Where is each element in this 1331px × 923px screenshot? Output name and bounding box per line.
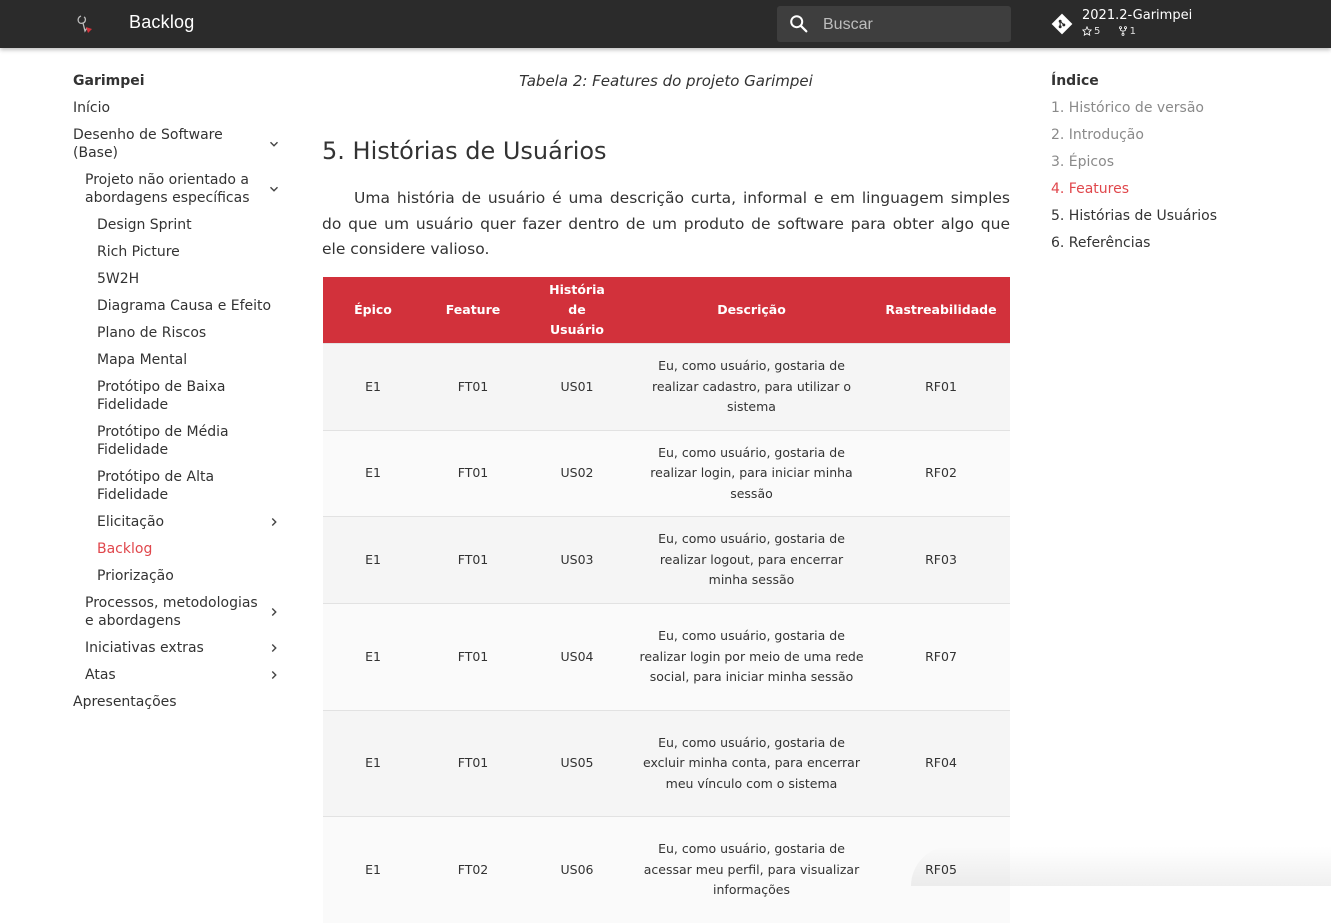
table-cell: Eu, como usuário, gostaria de realizar l… [631,430,872,517]
table-cell: E1 [323,516,423,604]
table-cell: FT01 [423,710,523,817]
table-cell: RF02 [872,430,1010,517]
nav-site-title: Garimpei [73,73,145,89]
toc-item-epicos[interactable]: 3. Épicos [1051,153,1114,171]
table-cell: FT02 [423,816,523,923]
stars-count: 5 [1094,26,1101,37]
table-cell: Eu, como usuário, gostaria de realizar l… [631,516,872,604]
nav-item-elicitacao[interactable]: Elicitação [97,513,164,531]
nav-item-iniciativas-extras[interactable]: Iniciativas extras [85,639,204,657]
page-title: Backlog [129,12,195,32]
table-cell: E1 [323,430,423,517]
column-header[interactable]: Descrição [631,277,872,344]
toc-item-features[interactable]: 4. Features [1051,180,1129,198]
chevron-right-icon[interactable] [267,605,281,619]
table-cell: E1 [323,710,423,817]
search-box[interactable] [777,6,1011,44]
nav-item-prototipo-baixa[interactable]: Protótipo de Baixa Fidelidade [97,378,247,414]
table-cell: RF01 [872,343,1010,431]
table-cell: US02 [523,430,631,517]
table-cell: FT01 [423,603,523,711]
table-cell: E1 [323,603,423,711]
table-cell: RF03 [872,516,1010,604]
table-cell: FT01 [423,516,523,604]
section-paragraph: Uma história de usuário é uma descrição … [322,189,1010,258]
table-cell: RF04 [872,710,1010,817]
table-caption: Tabela 2: Features do projeto Garimpei [519,72,813,90]
table-cell: Eu, como usuário, gostaria de acessar me… [631,816,872,923]
forks-count: 1 [1129,26,1136,37]
table-row: E1 FT01 US03 Eu, como usuário, gostaria … [323,516,1010,604]
nav-item-desenho-de-software[interactable]: Desenho de Software (Base) [73,126,243,162]
top-header: Backlog 2021.2-Garimpei 5 1 [0,0,1331,48]
search-icon [790,15,808,33]
nav-item-mapa-mental[interactable]: Mapa Mental [97,351,187,369]
chevron-right-icon[interactable] [267,515,281,529]
toc-item-historias[interactable]: 5. Histórias de Usuários [1051,207,1217,225]
table-row: E1 FT01 US01 Eu, como usuário, gostaria … [323,343,1010,431]
table-row: E1 FT01 US05 Eu, como usuário, gostaria … [323,710,1010,817]
column-header[interactable]: Feature [423,277,523,344]
bottom-shadow [911,846,1331,886]
column-header[interactable]: História de Usuário [523,277,631,344]
nav-item-priorizacao[interactable]: Priorização [97,567,174,585]
nav-item-apresentacoes[interactable]: Apresentações [73,693,177,711]
table-cell: FT01 [423,343,523,431]
toc-item-historico[interactable]: 1. Histórico de versão [1051,99,1204,117]
nav-item-prototipo-media[interactable]: Protótipo de Média Fidelidade [97,423,247,459]
nav-item-rich-picture[interactable]: Rich Picture [97,243,180,261]
table-row: E1 FT01 US02 Eu, como usuário, gostaria … [323,430,1010,517]
nav-item-design-sprint[interactable]: Design Sprint [97,216,192,234]
table-cell: US01 [523,343,631,431]
table-cell: E1 [323,816,423,923]
chevron-right-icon[interactable] [267,668,281,682]
search-input[interactable] [821,6,1005,44]
repo-stars: 5 [1081,25,1107,37]
table-cell: US03 [523,516,631,604]
table-row: E1 FT02 US06 Eu, como usuário, gostaria … [323,816,1010,923]
column-header[interactable]: Rastreabilidade [872,277,1010,344]
site-logo[interactable] [72,10,100,38]
chevron-down-icon[interactable] [267,137,281,151]
table-cell: Eu, como usuário, gostaria de excluir mi… [631,710,872,817]
nav-item-projeto-nao-orientado[interactable]: Projeto não orientado a abordagens espec… [85,171,265,207]
nav-item-processos[interactable]: Processos, metodologias e abordagens [85,594,265,630]
nav-item-plano-de-riscos[interactable]: Plano de Riscos [97,324,206,342]
table-header-row: Épico Feature História de Usuário Descri… [323,277,1010,344]
user-stories-table: Épico Feature História de Usuário Descri… [323,277,1010,923]
section-heading: 5. Histórias de Usuários [322,137,607,165]
column-header[interactable]: Épico [323,277,423,344]
nav-item-inicio[interactable]: Início [73,99,110,117]
toc-item-introducao[interactable]: 2. Introdução [1051,126,1144,144]
table-cell: US04 [523,603,631,711]
fork-icon [1118,26,1127,36]
table-cell: Eu, como usuário, gostaria de realizar l… [631,603,872,711]
toc-item-referencias[interactable]: 6. Referências [1051,234,1150,252]
table-row: E1 FT01 US04 Eu, como usuário, gostaria … [323,603,1010,711]
chevron-down-icon[interactable] [267,182,281,196]
repo-facts: 5 1 [1081,25,1150,37]
table-cell: US05 [523,710,631,817]
table-cell: US06 [523,816,631,923]
repo-forks: 1 [1118,26,1143,37]
table-cell: RF07 [872,603,1010,711]
nav-item-atas[interactable]: Atas [85,666,116,684]
table-cell: FT01 [423,430,523,517]
repo-link[interactable]: 2021.2-Garimpei 5 1 [1051,7,1311,41]
star-icon [1081,25,1093,37]
table-cell: Eu, como usuário, gostaria de realizar c… [631,343,872,431]
table-cell: E1 [323,343,423,431]
toc-title: Índice [1051,73,1099,89]
git-icon [1051,13,1073,35]
chevron-right-icon[interactable] [267,641,281,655]
repo-name: 2021.2-Garimpei [1082,8,1193,23]
nav-item-prototipo-alta[interactable]: Protótipo de Alta Fidelidade [97,468,247,504]
nav-item-5w2h[interactable]: 5W2H [97,270,139,288]
nav-item-backlog[interactable]: Backlog [97,540,152,558]
nav-item-diagrama-causa-efeito[interactable]: Diagrama Causa e Efeito [97,297,271,315]
